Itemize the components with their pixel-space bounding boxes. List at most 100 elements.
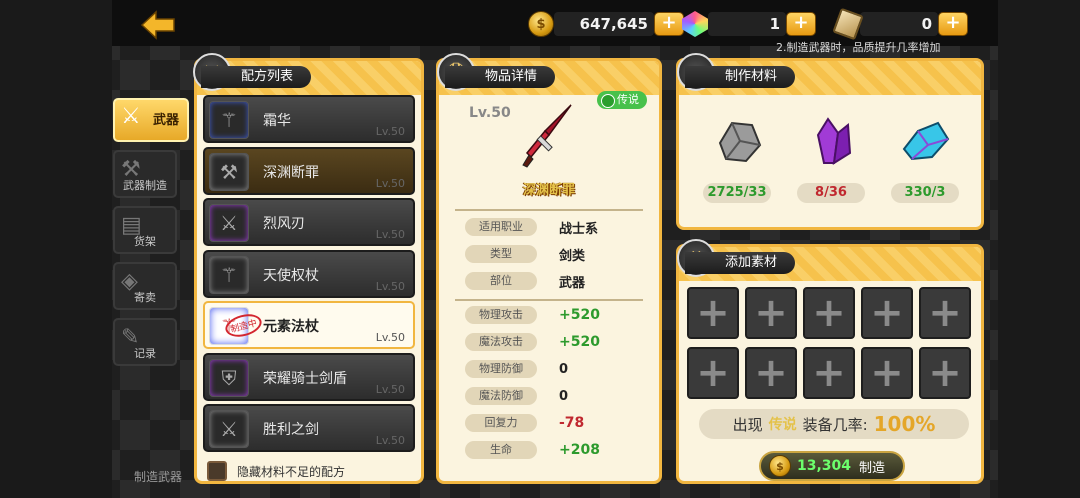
- add-material-slot[interactable]: +: [687, 347, 739, 399]
- shelf-icon: ▤: [121, 213, 142, 238]
- add-material-slot[interactable]: +: [745, 347, 797, 399]
- recipe-name: 天使权杖: [263, 267, 319, 284]
- stat-label: 魔法防御: [465, 387, 537, 405]
- info-label: 类型: [465, 245, 537, 263]
- staff-icon: ⚚: [209, 101, 249, 139]
- scroll-bar: 0: [860, 12, 938, 36]
- scroll-counter: 0 +: [832, 7, 968, 41]
- material-count: 2725/33: [703, 183, 771, 203]
- add-coins-button[interactable]: +: [654, 12, 684, 36]
- divider: [455, 299, 643, 301]
- add-material-slot[interactable]: +: [687, 287, 739, 339]
- craft-cost: 13,304: [797, 458, 852, 474]
- panel-title: 配方列表: [201, 66, 312, 88]
- add-material-slot[interactable]: +: [919, 347, 971, 399]
- hammer-icon: ⚒: [121, 157, 141, 182]
- recipe-item[interactable]: ⚔ 烈风刃 Lv.50: [203, 198, 415, 246]
- add-material-slot[interactable]: +: [803, 287, 855, 339]
- prob-quality: 传说: [768, 417, 797, 433]
- recipe-level: Lv.50: [375, 228, 405, 241]
- recipe-list[interactable]: ⚚ 霜华 Lv.50 ⚒ 深渊断罪 Lv.50 ⚔ 烈风刃 Lv.50 ⚚ 天使…: [203, 95, 417, 453]
- material-slot[interactable]: 330/3: [891, 113, 961, 203]
- recipe-item-selected[interactable]: ⚚ 制造中 元素法杖 Lv.50: [203, 301, 415, 349]
- blade-icon: ⚔: [209, 204, 249, 242]
- hide-insufficient-row[interactable]: 隐藏材料不足的配方: [207, 461, 345, 481]
- hide-insufficient-checkbox[interactable]: [207, 461, 227, 481]
- craft-label: 制造: [859, 460, 886, 476]
- panel-title: 物品详情: [445, 66, 556, 88]
- add-material-slot[interactable]: +: [861, 287, 913, 339]
- sword-shield-icon: ⛨: [209, 358, 249, 397]
- material-slot[interactable]: 2725/33: [703, 113, 773, 203]
- coin-icon: $: [769, 455, 791, 477]
- left-margin: [0, 0, 112, 498]
- recipe-name: 荣耀骑士剑盾: [263, 370, 347, 387]
- stat-value: +520: [559, 307, 600, 323]
- coin-icon: $: [528, 11, 554, 37]
- prob-mid: 装备几率:: [802, 415, 868, 434]
- sword-icon: ⚔: [209, 410, 249, 448]
- material-count: 330/3: [891, 183, 959, 203]
- stat-label: 生命: [465, 441, 537, 459]
- stat-row: 回复力 -78: [465, 412, 645, 434]
- stat-label: 魔法攻击: [465, 333, 537, 351]
- info-row: 部位 武器: [465, 270, 645, 292]
- recipe-name: 元素法杖: [263, 319, 319, 335]
- recipe-panel: ⚔ 配方列表 ⚚ 霜华 Lv.50 ⚒ 深渊断罪 Lv.50 ⚔ 烈风刃 Lv.…: [193, 53, 424, 484]
- recipe-item[interactable]: ⚒ 深渊断罪 Lv.50: [203, 146, 415, 195]
- stat-value: +520: [559, 334, 600, 350]
- bottom-hint: 制造武器: [134, 470, 183, 484]
- add-material-slot[interactable]: +: [919, 287, 971, 339]
- right-margin: [998, 0, 1080, 498]
- probability-bar: 出现 传说 装备几率: 100%: [699, 409, 969, 439]
- tab-consign[interactable]: ◈ 寄卖: [113, 262, 177, 310]
- recipe-item[interactable]: ⚔ 胜利之剑 Lv.50: [203, 404, 415, 452]
- tab-label: 武器: [152, 113, 179, 128]
- recipe-item[interactable]: ⚚ 霜华 Lv.50: [203, 95, 415, 143]
- craft-button[interactable]: $ 13,304 制造: [759, 451, 905, 481]
- stat-value: +208: [559, 442, 600, 458]
- bag-icon: ◈: [121, 269, 138, 294]
- info-row: 类型 剑类: [465, 243, 645, 265]
- material-count: 8/36: [797, 183, 865, 203]
- info-row: 适用职业 战士系: [465, 216, 645, 238]
- stat-row: 物理攻击 +520: [465, 304, 645, 326]
- ticker-text: 2.制造武器时，品质提升几率增加: [776, 41, 941, 54]
- gem-bar: 1: [708, 12, 786, 36]
- add-scrolls-button[interactable]: +: [938, 12, 968, 36]
- back-arrow-icon[interactable]: [140, 10, 176, 40]
- recipe-level: Lv.50: [375, 279, 405, 293]
- tab-weapon[interactable]: ⚔ 武器: [113, 98, 189, 142]
- scroll-value: 0: [921, 15, 932, 33]
- stat-row: 生命 +208: [465, 439, 645, 461]
- stat-row: 魔法防御 0: [465, 385, 645, 407]
- recipe-level: Lv.50: [375, 434, 405, 447]
- info-value: 武器: [559, 275, 586, 291]
- recipe-level: Lv.50: [375, 382, 405, 396]
- recipe-name: 烈风刃: [263, 216, 305, 232]
- add-material-slot[interactable]: +: [861, 347, 913, 399]
- panel-title: 添加素材: [685, 252, 796, 274]
- add-material-slot[interactable]: +: [745, 287, 797, 339]
- tab-shelf[interactable]: ▤ 货架: [113, 206, 177, 254]
- divider: [455, 209, 643, 211]
- materials-panel: ◆ 制作材料 2725/33 8/36 330/3: [676, 53, 984, 230]
- recipe-item[interactable]: ⚚ 天使权杖 Lv.50: [203, 249, 415, 298]
- tab-weapon-craft[interactable]: ⚒ 武器制造: [113, 150, 177, 198]
- panel-title: 制作材料: [685, 66, 796, 88]
- recipe-item[interactable]: ⛨ 荣耀骑士剑盾 Lv.50: [203, 352, 415, 401]
- recipe-level: Lv.50: [375, 125, 405, 138]
- tab-record[interactable]: ✎ 记录: [113, 318, 177, 366]
- gem-icon: [682, 11, 708, 37]
- rarity-badge: 传说: [597, 91, 647, 109]
- coin-value: 647,645: [579, 15, 648, 33]
- info-label: 适用职业: [465, 218, 537, 236]
- stat-label: 物理攻击: [465, 306, 537, 324]
- stat-value: 0: [559, 388, 569, 404]
- recipe-level: Lv.50: [375, 176, 405, 190]
- add-material-slot[interactable]: +: [803, 347, 855, 399]
- material-slot[interactable]: 8/36: [797, 113, 867, 203]
- info-label: 部位: [465, 272, 537, 290]
- swords-icon: ⚔: [121, 104, 141, 129]
- add-gems-button[interactable]: +: [786, 12, 816, 36]
